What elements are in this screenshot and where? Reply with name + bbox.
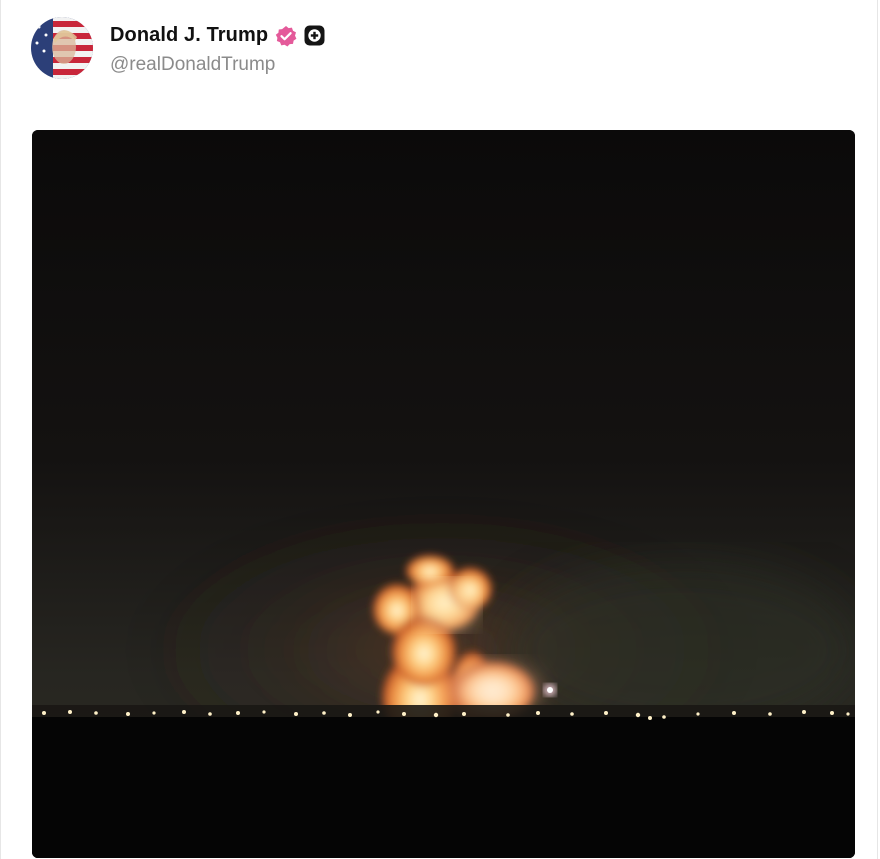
author-handle[interactable]: @realDonaldTrump <box>110 54 325 76</box>
name-row: Donald J. Trump <box>110 21 325 51</box>
post-card: Donald J. Trump @realDonaldTrump <box>0 0 878 859</box>
author-identity: Donald J. Trump @realDonaldTrump <box>110 21 325 76</box>
explosion-scene-image <box>32 130 855 858</box>
display-name[interactable]: Donald J. Trump <box>110 24 268 47</box>
post-header: Donald J. Trump @realDonaldTrump <box>31 16 325 80</box>
plus-badge-icon <box>304 25 325 46</box>
verified-badge-icon <box>275 25 297 47</box>
avatar[interactable] <box>31 17 93 79</box>
post-media-video[interactable] <box>32 130 855 858</box>
